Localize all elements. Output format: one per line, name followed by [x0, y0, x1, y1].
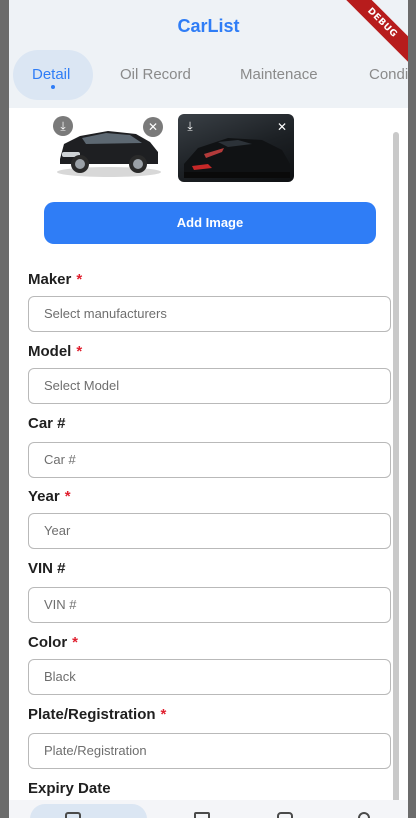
tab-maintenance[interactable]: Maintenace: [240, 50, 318, 100]
car-number-field[interactable]: Car #: [28, 442, 391, 478]
close-icon[interactable]: ✕: [143, 117, 163, 137]
required-mark: *: [76, 271, 83, 288]
required-mark: *: [64, 488, 71, 505]
profile-icon[interactable]: [358, 812, 370, 818]
bottom-nav-active-indicator: [30, 804, 147, 818]
tab-bar: Detail Oil Record Maintenace Condi: [9, 50, 408, 100]
car-image-thumbnail-1[interactable]: ⤓ ✕: [50, 114, 168, 182]
vin-label: VIN #: [28, 560, 66, 577]
records-icon[interactable]: [194, 812, 210, 818]
maker-label: Maker *: [28, 271, 82, 288]
tab-condition[interactable]: Condi: [369, 50, 408, 100]
model-label-text: Model: [28, 343, 72, 360]
model-select[interactable]: Select Model: [28, 368, 391, 404]
tab-oil-record[interactable]: Oil Record: [120, 50, 191, 100]
maker-select[interactable]: Select manufacturers: [28, 296, 391, 332]
scrollbar[interactable]: [393, 132, 399, 818]
tab-detail[interactable]: Detail: [32, 50, 70, 100]
color-label: Color *: [28, 634, 78, 651]
vin-label-text: VIN #: [28, 560, 66, 577]
plate-label: Plate/Registration *: [28, 706, 166, 723]
model-label: Model *: [28, 343, 82, 360]
required-mark: *: [160, 706, 167, 723]
plate-label-text: Plate/Registration: [28, 706, 156, 723]
year-field[interactable]: Year: [28, 513, 391, 549]
expiry-date-label-text: Expiry Date: [28, 780, 111, 797]
year-label: Year *: [28, 488, 71, 505]
car-list-icon[interactable]: [65, 812, 81, 818]
app-title: CarList: [177, 16, 240, 36]
bottom-nav: [9, 800, 408, 818]
download-icon[interactable]: ⤓: [180, 116, 200, 136]
close-icon[interactable]: ✕: [272, 117, 292, 137]
app-bar: CarList DEBUG Detail Oil Record Maintena…: [9, 0, 408, 108]
tab-active-dot: [51, 85, 55, 89]
vin-field[interactable]: VIN #: [28, 587, 391, 623]
download-icon[interactable]: ⤓: [53, 116, 73, 136]
required-mark: *: [72, 634, 79, 651]
phone-screen: CarList DEBUG Detail Oil Record Maintena…: [9, 0, 408, 818]
add-image-button[interactable]: Add Image: [44, 202, 376, 244]
car-number-label-text: Car #: [28, 415, 66, 432]
color-field[interactable]: Black: [28, 659, 391, 695]
color-label-text: Color: [28, 634, 68, 651]
car-number-label: Car #: [28, 415, 66, 432]
expiry-date-label: Expiry Date: [28, 780, 111, 797]
maker-label-text: Maker: [28, 271, 72, 288]
car-image-thumbnail-2[interactable]: ⤓ ✕: [178, 114, 294, 182]
required-mark: *: [76, 343, 83, 360]
message-icon[interactable]: [277, 812, 293, 818]
year-label-text: Year: [28, 488, 60, 505]
plate-field[interactable]: Plate/Registration: [28, 733, 391, 769]
